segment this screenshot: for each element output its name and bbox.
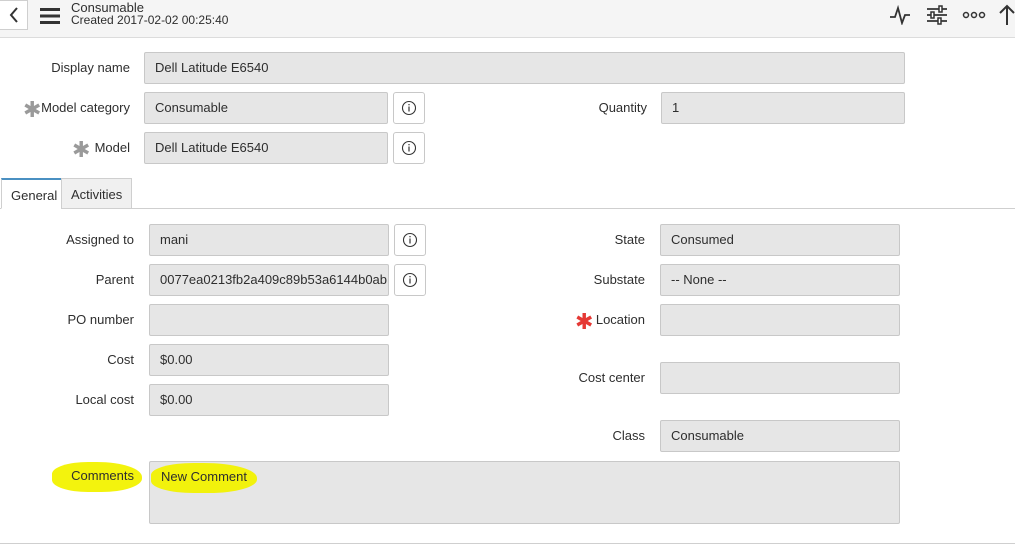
model-info-button[interactable] (393, 132, 425, 164)
info-icon (402, 272, 418, 288)
comments-label: Comments (71, 468, 134, 483)
quantity-field[interactable]: 1 (661, 92, 905, 124)
assigned-to-label: Assigned to (66, 232, 134, 247)
assigned-to-info-button[interactable] (394, 224, 426, 256)
comments-value: New Comment (161, 469, 247, 484)
model-category-info-button[interactable] (393, 92, 425, 124)
state-label: State (614, 232, 645, 247)
up-arrow-icon[interactable] (998, 4, 1015, 26)
required-indicator: ✱ (23, 97, 42, 122)
menu-icon[interactable] (40, 7, 60, 25)
activity-icon[interactable] (889, 4, 911, 26)
back-button[interactable] (0, 0, 28, 30)
model-category-label: Model category (41, 100, 130, 115)
location-field[interactable] (660, 304, 900, 336)
settings-icon[interactable] (926, 4, 948, 26)
model-field[interactable]: Dell Latitude E6540 (144, 132, 388, 164)
location-label: Location (595, 312, 645, 327)
po-number-label: PO number (67, 312, 134, 327)
parent-field[interactable]: 0077ea0213fb2a409c89b53a6144b0ab (149, 264, 389, 296)
model-category-field[interactable]: Consumable (144, 92, 388, 124)
class-field[interactable]: Consumable (660, 420, 900, 452)
record-created: Created 2017-02-02 00:25:40 (71, 13, 229, 27)
po-number-field[interactable] (149, 304, 389, 336)
state-field[interactable]: Consumed (660, 224, 900, 256)
info-icon (401, 100, 417, 116)
local-cost-field[interactable]: $0.00 (149, 384, 389, 416)
display-name-label: Display name (51, 60, 130, 75)
parent-label: Parent (95, 272, 134, 287)
assigned-to-field[interactable]: mani (149, 224, 389, 256)
tabs-divider (0, 208, 1015, 209)
tab-activities[interactable]: Activities (61, 178, 133, 209)
cost-center-field[interactable] (660, 362, 900, 394)
substate-field[interactable]: -- None -- (660, 264, 900, 296)
cost-label: Cost (107, 352, 134, 367)
form-header: Consumable Created 2017-02-02 00:25:40 (0, 0, 1015, 38)
cost-field[interactable]: $0.00 (149, 344, 389, 376)
display-name-field[interactable]: Dell Latitude E6540 (144, 52, 905, 84)
quantity-label: Quantity (598, 100, 647, 115)
info-icon (402, 232, 418, 248)
more-icon[interactable] (962, 4, 986, 26)
info-icon (401, 140, 417, 156)
parent-info-button[interactable] (394, 264, 426, 296)
model-label: Model (94, 140, 130, 155)
back-icon (9, 7, 18, 23)
cost-center-label: Cost center (578, 370, 645, 385)
substate-label: Substate (593, 272, 645, 287)
comments-textarea[interactable] (149, 461, 900, 524)
form-bottom-border (0, 543, 1015, 544)
tab-general[interactable]: General (1, 178, 68, 209)
local-cost-label: Local cost (75, 392, 134, 407)
class-label: Class (612, 428, 645, 443)
